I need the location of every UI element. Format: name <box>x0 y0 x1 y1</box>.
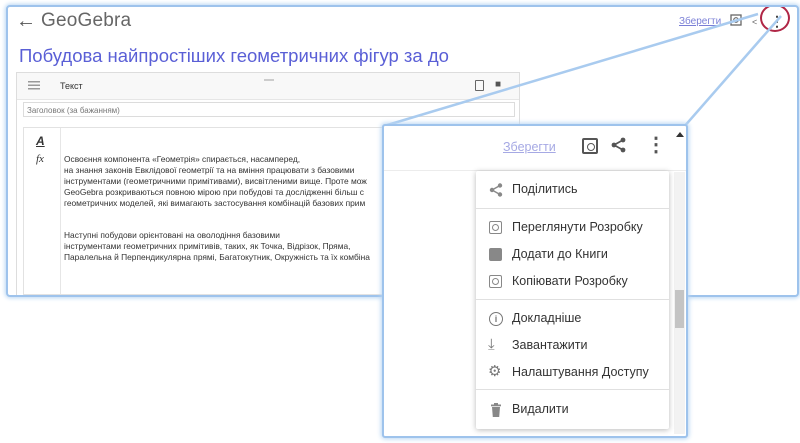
menu-item-download[interactable]: ⤓ Завантажити <box>476 333 669 359</box>
top-bar: ← GeoGebra Зберегти < ⋮ <box>8 7 797 37</box>
text-lines-icon <box>28 81 40 91</box>
page-title: Побудова найпростіших геометричних фігур… <box>19 45 449 66</box>
menu-item-label: Додати до Книги <box>512 247 608 261</box>
heading-input[interactable]: Заголовок (за бажанням) <box>23 102 515 117</box>
view-icon[interactable] <box>582 138 598 154</box>
trash-icon <box>491 403 501 417</box>
gear-icon: ⚙ <box>488 363 502 380</box>
more-options-icon[interactable]: ⋮ <box>646 133 666 157</box>
menu-item-label: Переглянути Розробку <box>512 220 643 234</box>
share-icon <box>489 183 503 197</box>
scroll-up-icon[interactable] <box>676 132 684 137</box>
menu-divider <box>476 389 669 390</box>
menu-item-label: Копіювати Розробку <box>512 274 628 288</box>
menu-item-label: Поділитись <box>512 182 578 196</box>
editor-toolbar: A fx <box>24 128 61 294</box>
menu-item-delete[interactable]: Видалити <box>476 397 669 423</box>
highlight-circle <box>760 7 790 32</box>
copy-icon[interactable] <box>475 80 484 91</box>
share-icon[interactable]: < <box>752 17 757 27</box>
geogebra-logo: GeoGebra <box>41 10 132 31</box>
zoomed-top-bar: Зберегти ⋮ <box>384 126 686 171</box>
menu-item-label: Налаштування Доступу <box>512 365 649 379</box>
menu-item-copy-activity[interactable]: Копіювати Розробку <box>476 269 669 295</box>
menu-divider <box>476 299 669 300</box>
menu-item-share[interactable]: Поділитись <box>476 177 669 203</box>
trash-icon[interactable]: ■ <box>495 79 501 90</box>
view-icon[interactable] <box>730 14 742 26</box>
info-icon: i <box>488 311 504 327</box>
copy-activity-icon <box>488 274 504 290</box>
more-options-menu: Поділитись Переглянути Розробку Додати д… <box>476 171 669 429</box>
element-type-label: Текст <box>60 81 83 91</box>
font-style-icon[interactable]: A <box>36 134 45 148</box>
save-link[interactable]: Зберегти <box>679 16 721 27</box>
formula-icon[interactable]: fx <box>36 153 44 165</box>
share-icon[interactable] <box>610 136 628 154</box>
menu-item-label: Докладніше <box>512 311 582 325</box>
menu-divider <box>476 208 669 209</box>
menu-item-view-activity[interactable]: Переглянути Розробку <box>476 215 669 241</box>
back-arrow-icon[interactable]: ← <box>16 10 36 33</box>
editor-header: Текст ■ <box>17 73 519 100</box>
scrollbar-thumb[interactable] <box>675 290 684 328</box>
save-link[interactable]: Зберегти <box>503 140 556 154</box>
menu-item-access-settings[interactable]: ⚙ Налаштування Доступу <box>476 360 669 386</box>
drag-handle[interactable] <box>264 79 274 81</box>
scrollbar[interactable] <box>674 172 685 434</box>
menu-item-details[interactable]: i Докладніше <box>476 306 669 332</box>
menu-item-label: Видалити <box>512 402 569 416</box>
add-to-book-icon <box>488 247 504 263</box>
view-activity-icon <box>488 220 504 236</box>
download-icon: ⤓ <box>488 336 495 353</box>
zoomed-menu-panel: Зберегти ⋮ Поділитись Переглянути Розроб… <box>382 124 688 438</box>
menu-item-add-to-book[interactable]: Додати до Книги <box>476 242 669 268</box>
menu-item-label: Завантажити <box>512 338 588 352</box>
